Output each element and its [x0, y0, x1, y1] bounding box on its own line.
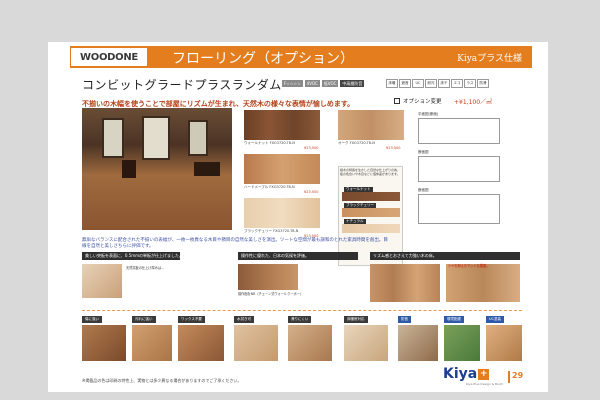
detail-drawing: [418, 194, 500, 224]
tag-stain: 汚れに強い: [132, 316, 156, 323]
badge-f4star: F☆☆☆☆: [282, 80, 303, 87]
intro-text: 無垢なバランスに配合された不揃いの表幅が、一枚一枚異なる木目や節目の自然な美しさ…: [82, 238, 388, 249]
feature-heading: 美しい突板を表面に、0.5mmの単板が仕上げました。: [82, 252, 180, 260]
swatch-label: ウォールナット FXG3720-T8-N: [244, 141, 295, 145]
catalog-page: WOODONE フローリング（オプション） Kiyaプラス仕様 コンビットグラー…: [48, 42, 548, 392]
spec-plan-title: 平面図(断面): [418, 112, 439, 116]
page-number: 29: [508, 371, 524, 383]
kiya-subtitle: Kiya Plus Design & Build: [466, 382, 503, 386]
tag-sound: 防音: [398, 316, 411, 323]
option-change[interactable]: オプション変更: [394, 97, 442, 105]
floor-heating-icon: 床暖: [386, 79, 398, 88]
certification-badges: F☆☆☆☆ 4VOC 低VOC 中高層防音: [282, 80, 365, 87]
tag-uc: UC塗装: [486, 316, 505, 323]
grain-label: ブラックチェリー: [344, 203, 376, 208]
feature-text: 天然突板の仕上げ厚みは…: [126, 266, 165, 270]
uc-icon: UC: [412, 79, 424, 88]
stain-test-photo: [132, 325, 172, 361]
feature-text: 操作面をNR（チェーン式ウォールクーポー）: [238, 292, 304, 296]
option-label: オプション変更: [403, 99, 442, 105]
tag-eco: 環境配慮: [444, 316, 464, 323]
feet-photo: [288, 325, 332, 361]
window-image: [188, 120, 208, 156]
mop-photo: [234, 325, 278, 361]
kiya-plus-icon: +: [478, 368, 490, 380]
swatch-blackcherry[interactable]: [244, 198, 320, 228]
random-width-photo: [370, 264, 440, 302]
heating-photo: [344, 325, 388, 361]
grain-note: 樹木の特長を生かした自然な仕上がりの為、板の色合いや木目などに個体差があります。: [340, 168, 401, 176]
window-image: [102, 118, 124, 158]
section-drawing: [418, 156, 500, 182]
grain-label: ウォールナット: [344, 187, 373, 192]
scratch-test-photo: [82, 325, 126, 361]
feature-heading: リズム感とおさえて力強い木の床。: [370, 252, 520, 260]
kiya-logo: Kiya +: [443, 366, 490, 382]
badge-4voc: 4VOC: [304, 80, 320, 87]
badge-soundproof: 中高層防音: [340, 80, 365, 87]
swatch-label: オーク FXG3720-T8-N: [338, 141, 375, 145]
vacuum-photo: [178, 325, 224, 361]
swatch-walnut[interactable]: [244, 110, 320, 140]
option-checkbox[interactable]: [394, 98, 400, 104]
sound-photo: [398, 325, 438, 361]
grain-strip: [342, 208, 400, 217]
sound-regulation-icon: 遮音規制: [399, 79, 411, 88]
stain-resist-icon: 耐汚: [425, 79, 437, 88]
eco-icon: エコ: [451, 79, 463, 88]
section-divider: [82, 310, 522, 311]
tag-floor-heating: 床暖房対応: [344, 316, 368, 323]
anti-slip-icon: 防滑: [477, 79, 489, 88]
layer-photo: [238, 264, 298, 290]
chair-image: [122, 160, 136, 178]
spec-section-title: 断面図: [418, 150, 429, 154]
matte-finish-photo: [446, 264, 520, 302]
swatch-price: ¥23,500: [386, 146, 401, 150]
plastic-icon: ラスチック: [464, 79, 476, 88]
swatch-price: ¥23,500: [304, 146, 319, 150]
window-image: [142, 116, 170, 160]
table-image: [194, 162, 220, 176]
plan-drawing: [418, 118, 500, 144]
veneer-photo: [82, 264, 122, 298]
badge-lowvoc: 低VOC: [321, 80, 339, 87]
woodone-logo: WOODONE: [70, 47, 148, 67]
page-title: フローリング（オプション）: [172, 51, 354, 67]
feature-heading: 操作性に優れた、日本の気候を評価。: [238, 252, 358, 260]
spec-detail-title: 断面図: [418, 188, 429, 192]
room-photo: [82, 108, 232, 230]
footnote: ※掲載品の色は印刷の特性上、実物とは多少異なる場合がありますのでご了承ください。: [82, 378, 242, 383]
swatch-hardmaple[interactable]: [244, 154, 320, 184]
grain-strip: [342, 192, 400, 201]
header-bar: WOODONE フローリング（オプション） Kiyaプラス仕様: [70, 46, 532, 68]
tag-water: 水拭き可: [234, 316, 254, 323]
feature-icons: 床暖 遮音規制 UC 耐汚 床チャン エコ ラスチック 防滑: [386, 79, 489, 88]
grain-label: ナチュラル: [344, 219, 366, 224]
caster-icon: 床チャン: [438, 79, 450, 88]
swatch-price: ¥23,500: [304, 190, 319, 194]
kiya-plus-tag: Kiyaプラス仕様: [457, 54, 522, 64]
swatch-label: ブラックチェリー FXG3720-T8-N: [244, 229, 299, 233]
eco-photo: [444, 325, 480, 361]
tag-slip: 滑りにくい: [288, 316, 312, 323]
swatch-oak[interactable]: [338, 110, 404, 140]
matte-caption: ツヤを抑えたマットな質感。: [448, 264, 490, 268]
swatch-label: ハードメープル FXG3720-T8-N: [244, 185, 295, 189]
grain-strip: [342, 224, 400, 233]
tag-wax: ワックス不要: [178, 316, 205, 323]
option-price: +¥1,100／㎡: [454, 99, 493, 106]
tag-scratch: 傷に強い: [82, 316, 102, 323]
uc-photo: [486, 325, 522, 361]
product-name: コンビットグラードプラスランダム: [82, 78, 282, 92]
kiya-wordmark: Kiya: [443, 366, 478, 382]
